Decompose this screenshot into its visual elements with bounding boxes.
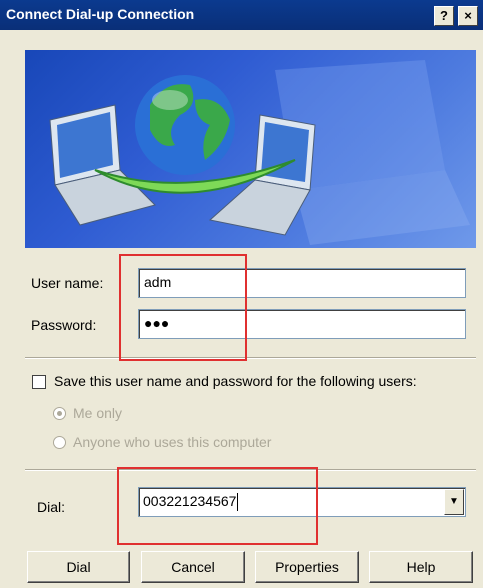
help-title-button[interactable]: ?	[434, 6, 454, 26]
separator-top	[25, 357, 476, 359]
dial-combobox[interactable]: 003221234567 ▼	[138, 487, 466, 517]
radio-selected-dot	[57, 411, 62, 416]
dial-number: 003221234567	[143, 493, 237, 509]
radio-me-only[interactable]	[53, 407, 66, 420]
separator-bottom	[25, 469, 476, 471]
password-label: Password:	[31, 317, 97, 333]
radio-anyone[interactable]	[53, 436, 66, 449]
radio-me-only-label: Me only	[73, 405, 123, 421]
radio-anyone-label: Anyone who uses this computer	[73, 434, 272, 450]
globe-icon	[135, 75, 235, 175]
username-label: User name:	[31, 275, 104, 291]
dial-label: Dial:	[37, 499, 66, 515]
dial-button[interactable]: Dial	[27, 551, 130, 583]
password-field[interactable]: ●●●	[138, 309, 466, 339]
properties-button[interactable]: Properties	[255, 551, 359, 583]
help-button[interactable]: Help	[369, 551, 473, 583]
connection-illustration	[49, 60, 470, 245]
username-field[interactable]: adm	[138, 268, 466, 298]
title-bar: Connect Dial-up Connection ? ×	[0, 0, 483, 30]
close-title-button[interactable]: ×	[458, 6, 478, 26]
save-credentials-checkbox[interactable]	[32, 375, 46, 389]
cancel-button[interactable]: Cancel	[141, 551, 245, 583]
text-cursor	[237, 493, 239, 512]
save-credentials-label: Save this user name and password for the…	[54, 373, 417, 389]
window-title: Connect Dial-up Connection	[6, 6, 195, 22]
connection-banner	[25, 50, 476, 248]
chevron-down-icon[interactable]: ▼	[444, 489, 464, 515]
